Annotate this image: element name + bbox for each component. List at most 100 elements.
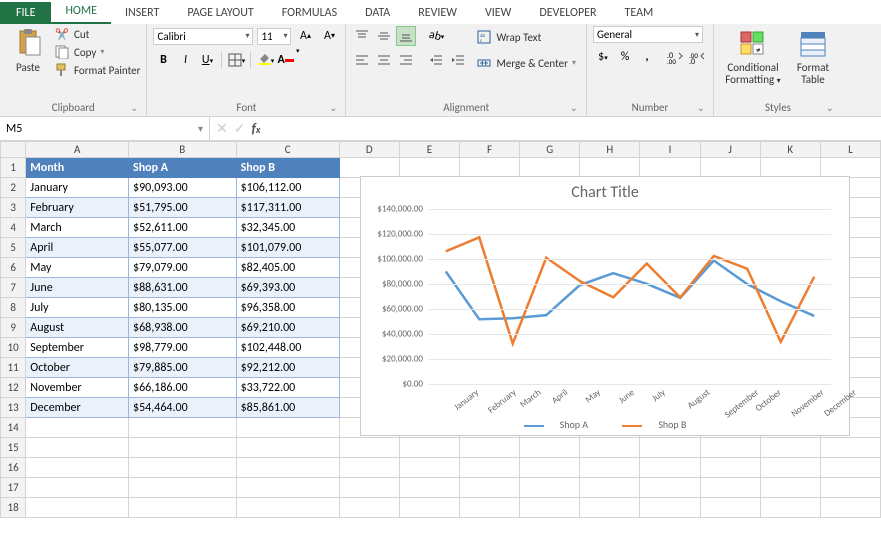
insert-function-button[interactable]: fx (251, 120, 260, 137)
row-header-14[interactable]: 14 (1, 418, 26, 438)
align-middle-button[interactable] (374, 26, 394, 46)
cell-A1[interactable]: Month (26, 158, 129, 178)
cell-L15[interactable] (820, 438, 880, 458)
shrink-font-button[interactable]: A▾ (319, 26, 339, 46)
format-table-button[interactable]: Format Table (790, 26, 836, 86)
row-header-8[interactable]: 8 (1, 298, 26, 318)
cell-B16[interactable] (129, 458, 237, 478)
cell-A5[interactable]: April (26, 238, 129, 258)
cell-F1[interactable] (459, 158, 519, 178)
col-header-L[interactable]: L (820, 142, 880, 158)
cell-B4[interactable]: $52,611.00 (129, 218, 237, 238)
cell-C17[interactable] (236, 478, 339, 498)
cell-A10[interactable]: September (26, 338, 129, 358)
bold-button[interactable]: B (153, 50, 173, 70)
row-header-15[interactable]: 15 (1, 438, 26, 458)
col-header-I[interactable]: I (640, 142, 700, 158)
cell-G17[interactable] (520, 478, 580, 498)
cell-A14[interactable] (26, 418, 129, 438)
cell-B3[interactable]: $51,795.00 (129, 198, 237, 218)
align-left-button[interactable] (352, 50, 372, 70)
row-header-6[interactable]: 6 (1, 258, 26, 278)
cell-B6[interactable]: $79,079.00 (129, 258, 237, 278)
cell-F17[interactable] (459, 478, 519, 498)
cell-A18[interactable] (26, 498, 129, 518)
cell-C10[interactable]: $102,448.00 (236, 338, 339, 358)
cell-C4[interactable]: $32,345.00 (236, 218, 339, 238)
cell-G1[interactable] (520, 158, 580, 178)
cell-C14[interactable] (236, 418, 339, 438)
row-header-9[interactable]: 9 (1, 318, 26, 338)
cell-A15[interactable] (26, 438, 129, 458)
cell-L1[interactable] (820, 158, 880, 178)
decrease-decimal-button[interactable]: .00.0 (687, 47, 707, 67)
cell-D16[interactable] (339, 458, 399, 478)
cell-L17[interactable] (820, 478, 880, 498)
select-all-corner[interactable] (1, 142, 26, 158)
worksheet-area[interactable]: ABCDEFGHIJKL1MonthShop AShop B2January$9… (0, 141, 881, 533)
number-format-combo[interactable]: General▾ (593, 26, 703, 43)
cell-D17[interactable] (339, 478, 399, 498)
cell-E15[interactable] (399, 438, 459, 458)
cell-J17[interactable] (700, 478, 760, 498)
cell-C2[interactable]: $106,112.00 (236, 178, 339, 198)
cell-D18[interactable] (339, 498, 399, 518)
col-header-G[interactable]: G (520, 142, 580, 158)
cell-C18[interactable] (236, 498, 339, 518)
row-header-2[interactable]: 2 (1, 178, 26, 198)
indent-decrease-button[interactable] (426, 50, 446, 70)
row-header-11[interactable]: 11 (1, 358, 26, 378)
tab-review[interactable]: REVIEW (404, 2, 471, 24)
cut-button[interactable]: ✂️Cut (54, 26, 140, 42)
cell-B7[interactable]: $88,631.00 (129, 278, 237, 298)
cell-J15[interactable] (700, 438, 760, 458)
row-header-17[interactable]: 17 (1, 478, 26, 498)
cell-L18[interactable] (820, 498, 880, 518)
cell-L16[interactable] (820, 458, 880, 478)
cell-B13[interactable]: $54,464.00 (129, 398, 237, 418)
row-header-18[interactable]: 18 (1, 498, 26, 518)
cell-E1[interactable] (399, 158, 459, 178)
cell-C3[interactable]: $117,311.00 (236, 198, 339, 218)
align-top-button[interactable] (352, 26, 372, 46)
cell-K18[interactable] (760, 498, 820, 518)
cell-A11[interactable]: October (26, 358, 129, 378)
cell-C6[interactable]: $82,405.00 (236, 258, 339, 278)
conditional-formatting-button[interactable]: ≠ Conditional Formatting ▾ (720, 26, 786, 86)
cell-C9[interactable]: $69,210.00 (236, 318, 339, 338)
fill-color-button[interactable]: ▾ (255, 50, 275, 70)
borders-button[interactable]: ▾ (226, 50, 246, 70)
cell-B8[interactable]: $80,135.00 (129, 298, 237, 318)
tab-team[interactable]: TEAM (611, 2, 668, 24)
indent-increase-button[interactable] (448, 50, 468, 70)
cell-J16[interactable] (700, 458, 760, 478)
row-header-16[interactable]: 16 (1, 458, 26, 478)
cell-C15[interactable] (236, 438, 339, 458)
tab-view[interactable]: VIEW (471, 2, 525, 24)
underline-button[interactable]: U▾ (197, 50, 217, 70)
col-header-C[interactable]: C (236, 142, 339, 158)
format-painter-button[interactable]: Format Painter (54, 62, 140, 78)
name-box[interactable]: M5▾ (0, 117, 210, 140)
comma-button[interactable]: , (637, 47, 657, 67)
row-header-1[interactable]: 1 (1, 158, 26, 178)
wrap-text-button[interactable]: abcWrap Text (472, 26, 580, 48)
embedded-chart[interactable]: Chart Title $0.00$20,000.00$40,000.00$60… (360, 176, 850, 436)
tab-file[interactable]: FILE (0, 2, 51, 24)
align-right-button[interactable] (396, 50, 416, 70)
row-header-7[interactable]: 7 (1, 278, 26, 298)
accounting-format-button[interactable]: $▾ (593, 47, 613, 67)
cell-G15[interactable] (520, 438, 580, 458)
cell-B11[interactable]: $79,885.00 (129, 358, 237, 378)
cell-C12[interactable]: $33,722.00 (236, 378, 339, 398)
cell-E17[interactable] (399, 478, 459, 498)
percent-button[interactable]: % (615, 47, 635, 67)
tab-developer[interactable]: DEVELOPER (525, 2, 610, 24)
cell-I18[interactable] (640, 498, 700, 518)
italic-button[interactable]: I (175, 50, 195, 70)
cell-K16[interactable] (760, 458, 820, 478)
paste-button[interactable]: Paste (6, 26, 50, 74)
col-header-A[interactable]: A (26, 142, 129, 158)
cell-A9[interactable]: August (26, 318, 129, 338)
cell-A13[interactable]: December (26, 398, 129, 418)
